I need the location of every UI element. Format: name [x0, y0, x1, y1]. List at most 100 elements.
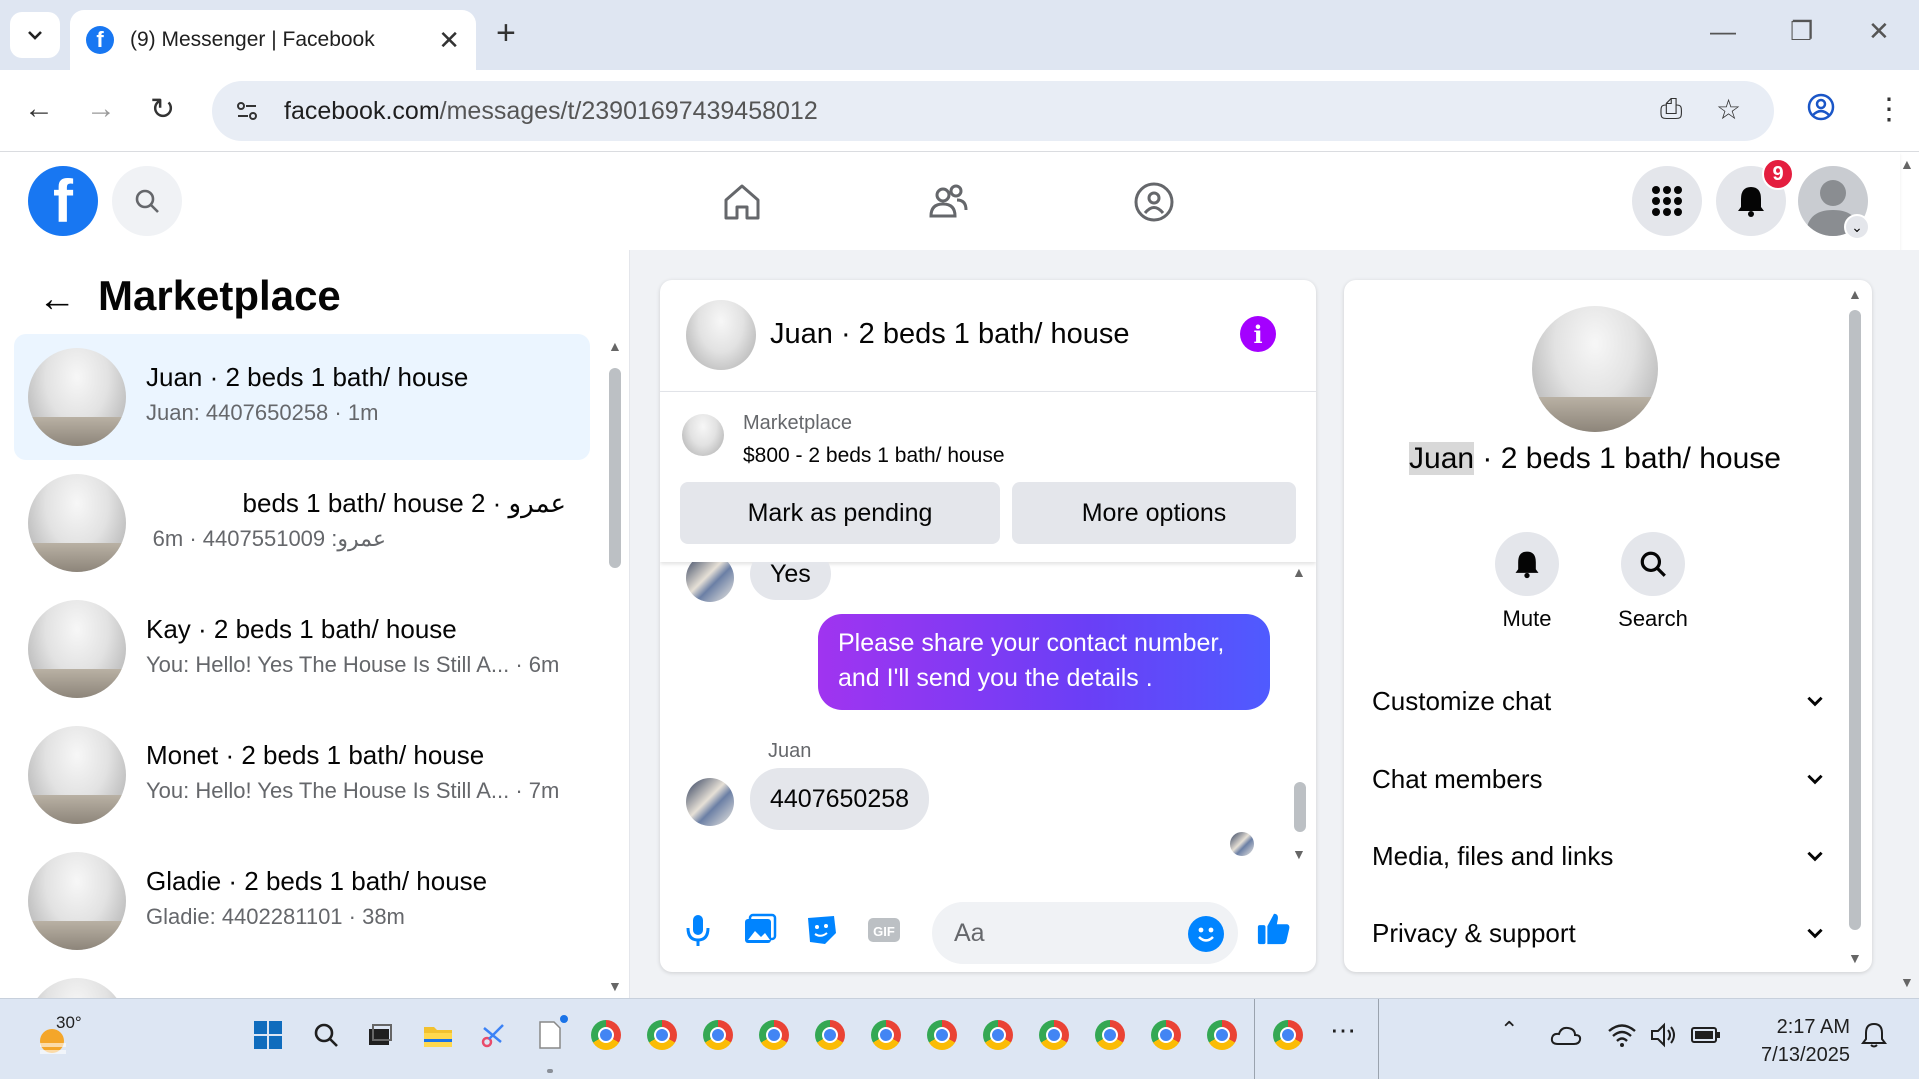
taskbar-search-button[interactable] [308, 1017, 344, 1053]
home-icon [724, 184, 760, 220]
chrome-taskbar-button[interactable] [756, 1017, 792, 1053]
chrome-taskbar-button[interactable] [980, 1017, 1016, 1053]
chrome-taskbar-button[interactable] [588, 1017, 624, 1053]
omnibox[interactable]: facebook.com/messages/t/2390169743945801… [212, 81, 1774, 141]
browser-menu-icon[interactable]: ⋮ [1874, 92, 1904, 127]
chrome-taskbar-button-active[interactable] [1270, 1017, 1306, 1053]
home-nav-button[interactable] [712, 172, 772, 232]
conversation-title: Kay · 2 beds 1 bath/ house [146, 614, 457, 644]
chrome-taskbar-button[interactable] [812, 1017, 848, 1053]
start-button[interactable] [250, 1017, 286, 1053]
page-scrollbar[interactable]: ▲ ▼ [1898, 152, 1919, 998]
minimize-button[interactable]: — [1710, 16, 1736, 47]
bookmark-star-icon[interactable]: ☆ [1716, 93, 1741, 126]
groups-nav-button[interactable] [1124, 172, 1184, 232]
sender-avatar[interactable] [686, 778, 734, 826]
chrome-icon [759, 1020, 789, 1050]
back-button[interactable]: ← [24, 92, 54, 126]
gif-icon[interactable]: GIF [866, 912, 902, 948]
grid-menu-icon [1652, 186, 1682, 216]
chrome-taskbar-button[interactable] [644, 1017, 680, 1053]
chrome-taskbar-button[interactable] [700, 1017, 736, 1053]
install-app-icon[interactable]: ⎙ [1660, 93, 1682, 126]
incoming-message: Yes [750, 562, 831, 600]
reload-button[interactable]: ↻ [150, 92, 175, 127]
weather-widget[interactable]: 30° [38, 1013, 88, 1063]
conversation-item-partial[interactable] [14, 964, 590, 998]
more-options-button[interactable]: More options [1012, 482, 1296, 544]
marketplace-label: Marketplace [743, 412, 852, 434]
conversation-preview: عمرو: 4407551009 · 6m [152, 526, 386, 551]
chrome-taskbar-button[interactable] [1148, 1017, 1184, 1053]
customize-chat-row[interactable]: Customize chat [1372, 676, 1826, 726]
chrome-taskbar-button[interactable] [868, 1017, 904, 1053]
notification-center-button[interactable] [1856, 1017, 1892, 1053]
volume-icon[interactable] [1646, 1017, 1682, 1053]
chat-listing-thumbnail[interactable] [686, 300, 756, 370]
conversation-title: Juan · 2 beds 1 bath/ house [146, 362, 469, 392]
chrome-taskbar-button[interactable] [1092, 1017, 1128, 1053]
account-chevron-icon[interactable]: ⌄ [1844, 214, 1870, 240]
chrome-icon [983, 1020, 1013, 1050]
restore-button[interactable]: ❐ [1790, 16, 1813, 47]
browser-tab-bar: f (9) Messenger | Facebook ✕ + — ❐ ✕ [0, 0, 1919, 70]
chrome-taskbar-button[interactable] [1036, 1017, 1072, 1053]
back-arrow-icon[interactable]: ← [38, 278, 76, 321]
microphone-icon[interactable] [680, 912, 716, 948]
row-label: Media, files and links [1372, 840, 1614, 871]
new-tab-button[interactable]: + [496, 14, 516, 53]
privacy-support-row[interactable]: Privacy & support [1372, 908, 1826, 958]
mark-as-pending-button[interactable]: Mark as pending [680, 482, 1000, 544]
listing-price-title[interactable]: $800 - 2 beds 1 bath/ house [743, 444, 1005, 468]
incoming-message: 4407650258 [750, 768, 930, 830]
notifications-button[interactable]: 9 [1716, 158, 1794, 236]
message-composer: GIF Aa [660, 882, 1316, 972]
snipping-tool-button[interactable] [476, 1017, 512, 1053]
wifi-icon[interactable] [1604, 1017, 1640, 1053]
file-explorer-button[interactable] [420, 1017, 456, 1053]
url-text: facebook.com/messages/t/2390169743945801… [284, 96, 818, 125]
conversation-item-kay[interactable]: Kay · 2 beds 1 bath/ house You: Hello! Y… [14, 586, 590, 712]
battery-icon[interactable] [1688, 1017, 1724, 1053]
search-in-conversation-button[interactable]: Search [1598, 532, 1708, 632]
conversation-item-monet[interactable]: Monet · 2 beds 1 bath/ house You: Hello!… [14, 712, 590, 838]
sticker-icon[interactable] [804, 912, 840, 948]
media-files-links-row[interactable]: Media, files and links [1372, 831, 1826, 881]
emoji-icon[interactable] [1188, 916, 1224, 952]
close-window-button[interactable]: ✕ [1868, 16, 1890, 47]
bell-icon [1495, 532, 1559, 596]
conversation-item-gladie[interactable]: Gladie · 2 beds 1 bath/ house Gladie: 44… [14, 838, 590, 964]
show-hidden-icons-button[interactable]: ⌃ [1500, 1017, 1518, 1043]
message-scrollbar[interactable]: ▲ ▼ [1292, 562, 1308, 878]
tab-close-icon[interactable]: ✕ [438, 25, 460, 56]
sender-avatar[interactable] [686, 562, 734, 602]
task-view-button[interactable] [362, 1017, 398, 1053]
more-apps-icon[interactable]: ⋯ [1330, 1015, 1356, 1046]
friends-nav-button[interactable] [918, 172, 978, 232]
chat-members-row[interactable]: Chat members [1372, 754, 1826, 804]
browser-tab-messenger[interactable]: f (9) Messenger | Facebook ✕ [70, 10, 476, 70]
conversation-list-scrollbar[interactable]: ▲ ▼ [608, 338, 622, 994]
chrome-taskbar-button[interactable] [1204, 1017, 1240, 1053]
onedrive-icon[interactable] [1548, 1017, 1584, 1053]
details-scrollbar[interactable]: ▲ ▼ [1846, 286, 1864, 972]
profile-icon[interactable] [1806, 92, 1836, 130]
chrome-taskbar-button[interactable] [924, 1017, 960, 1053]
system-clock[interactable]: 2:17 AM 7/13/2025 [1740, 1013, 1850, 1069]
message-input[interactable]: Aa [932, 902, 1238, 964]
facebook-favicon-icon: f [86, 26, 114, 54]
facebook-logo-icon[interactable]: f [28, 166, 98, 236]
thumbs-up-icon[interactable] [1256, 910, 1292, 946]
conversation-details-panel: Juan · 2 beds 1 bath/ house Mute Search … [1344, 280, 1872, 972]
chat-title[interactable]: Juan · 2 beds 1 bath/ house [770, 318, 1130, 351]
tab-search-dropdown[interactable] [10, 12, 60, 58]
menu-grid-button[interactable] [1632, 166, 1702, 236]
conversation-item-amr[interactable]: عمرو · 2 beds 1 bath/ house عمرو: 440755… [14, 460, 590, 586]
info-icon[interactable]: i [1240, 316, 1276, 352]
mute-button[interactable]: Mute [1472, 532, 1582, 632]
forward-button[interactable]: → [86, 92, 116, 126]
facebook-search-button[interactable] [112, 166, 182, 236]
photo-icon[interactable] [742, 912, 778, 948]
conversation-item-juan[interactable]: Juan · 2 beds 1 bath/ house Juan: 440765… [14, 334, 590, 460]
site-info-icon[interactable] [230, 94, 264, 128]
